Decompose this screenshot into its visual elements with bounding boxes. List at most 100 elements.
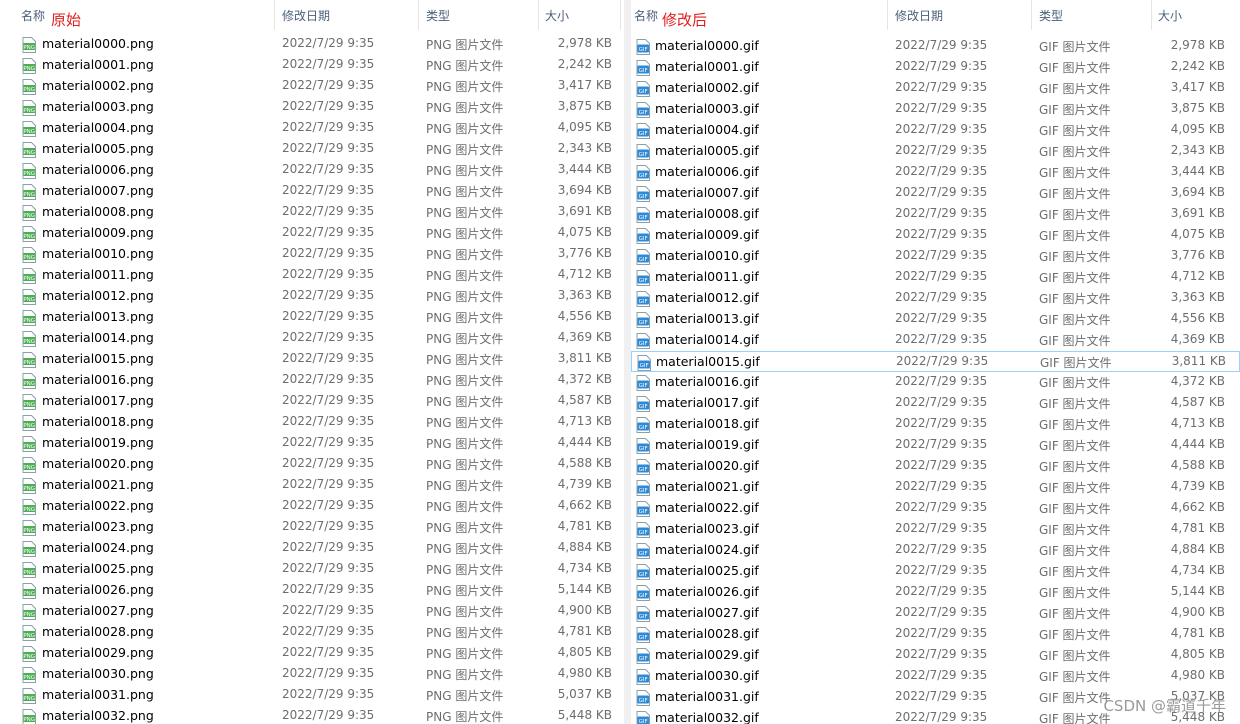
file-row[interactable]: GIF material0006.gif 2022/7/29 9:35 GIF 图片文… (631, 162, 1240, 183)
file-row[interactable]: GIF material0029.gif 2022/7/29 9:35 GIF 图片文… (631, 645, 1240, 666)
gif-file-icon: GIF (636, 39, 650, 55)
file-name: material0005.gif (655, 143, 759, 158)
file-row[interactable]: PNG material0028.png 2022/7/29 9:35 PNG 图片文… (0, 622, 624, 643)
file-row[interactable]: PNG material0018.png 2022/7/29 9:35 PNG 图片文… (0, 412, 624, 433)
png-file-icon: PNG (22, 499, 36, 515)
file-name: material0000.gif (655, 38, 759, 53)
file-size: 4,444 KB (1170, 437, 1225, 451)
file-type: GIF 图片文件 (1039, 523, 1111, 537)
file-name: material0012.gif (655, 290, 759, 305)
file-row[interactable]: PNG material0015.png 2022/7/29 9:35 PNG 图片文… (0, 349, 624, 370)
gif-file-icon: GIF (636, 102, 650, 118)
gif-file-icon: GIF (637, 355, 651, 371)
file-row[interactable]: PNG material0009.png 2022/7/29 9:35 PNG 图片文… (0, 223, 624, 244)
file-row[interactable]: PNG material0032.png 2022/7/29 9:35 PNG 图片文… (0, 706, 624, 724)
file-row[interactable]: GIF material0021.gif 2022/7/29 9:35 GIF 图片文… (631, 477, 1240, 498)
file-date: 2022/7/29 9:35 (282, 582, 375, 596)
file-row[interactable]: PNG material0019.png 2022/7/29 9:35 PNG 图片文… (0, 433, 624, 454)
file-row[interactable]: GIF material0018.gif 2022/7/29 9:35 GIF 图片文… (631, 414, 1240, 435)
column-separator[interactable] (620, 0, 621, 30)
file-row[interactable]: GIF material0023.gif 2022/7/29 9:35 GIF 图片文… (631, 519, 1240, 540)
file-row[interactable]: GIF material0012.gif 2022/7/29 9:35 GIF 图片文… (631, 288, 1240, 309)
column-header-type[interactable]: 类型 (419, 0, 539, 34)
svg-text:PNG: PNG (23, 675, 35, 681)
file-size: 4,900 KB (557, 603, 612, 617)
file-row[interactable]: PNG material0024.png 2022/7/29 9:35 PNG 图片文… (0, 538, 624, 559)
file-row[interactable]: PNG material0000.png 2022/7/29 9:35 PNG 图片文… (0, 34, 624, 55)
file-row[interactable]: PNG material0001.png 2022/7/29 9:35 PNG 图片文… (0, 55, 624, 76)
file-row[interactable]: PNG material0006.png 2022/7/29 9:35 PNG 图片文… (0, 160, 624, 181)
file-row[interactable]: PNG material0023.png 2022/7/29 9:35 PNG 图片文… (0, 517, 624, 538)
file-row[interactable]: PNG material0030.png 2022/7/29 9:35 PNG 图片文… (0, 664, 624, 685)
file-row[interactable]: PNG material0004.png 2022/7/29 9:35 PNG 图片文… (0, 118, 624, 139)
svg-text:GIF: GIF (639, 656, 648, 662)
file-row[interactable]: PNG material0027.png 2022/7/29 9:35 PNG 图片文… (0, 601, 624, 622)
file-row[interactable]: GIF material0028.gif 2022/7/29 9:35 GIF 图片文… (631, 624, 1240, 645)
file-row[interactable]: PNG material0013.png 2022/7/29 9:35 PNG 图片文… (0, 307, 624, 328)
file-name: material0032.png (42, 708, 154, 723)
file-row[interactable]: GIF material0000.gif 2022/7/29 9:35 GIF 图片文… (631, 36, 1240, 57)
file-row[interactable]: PNG material0014.png 2022/7/29 9:35 PNG 图片文… (0, 328, 624, 349)
file-row[interactable]: GIF material0002.gif 2022/7/29 9:35 GIF 图片文… (631, 78, 1240, 99)
file-row[interactable]: GIF material0020.gif 2022/7/29 9:35 GIF 图片文… (631, 456, 1240, 477)
file-row[interactable]: PNG material0012.png 2022/7/29 9:35 PNG 图片文… (0, 286, 624, 307)
column-header-date[interactable]: 修改日期 (888, 0, 1032, 34)
gif-file-icon: GIF (636, 501, 650, 517)
file-row[interactable]: GIF material0014.gif 2022/7/29 9:35 GIF 图片文… (631, 330, 1240, 351)
file-row[interactable]: PNG material0020.png 2022/7/29 9:35 PNG 图片文… (0, 454, 624, 475)
file-name: material0006.gif (655, 164, 759, 179)
column-header-size[interactable]: 大小 (539, 0, 621, 34)
file-row[interactable]: PNG material0002.png 2022/7/29 9:35 PNG 图片文… (0, 76, 624, 97)
file-row[interactable]: GIF material0027.gif 2022/7/29 9:35 GIF 图片文… (631, 603, 1240, 624)
file-row[interactable]: PNG material0010.png 2022/7/29 9:35 PNG 图片文… (0, 244, 624, 265)
file-row[interactable]: GIF material0019.gif 2022/7/29 9:35 GIF 图片文… (631, 435, 1240, 456)
file-row[interactable]: PNG material0016.png 2022/7/29 9:35 PNG 图片文… (0, 370, 624, 391)
file-row[interactable]: PNG material0026.png 2022/7/29 9:35 PNG 图片文… (0, 580, 624, 601)
file-row[interactable]: GIF material0015.gif 2022/7/29 9:35 GIF 图片文… (631, 351, 1240, 372)
file-row[interactable]: GIF material0010.gif 2022/7/29 9:35 GIF 图片文… (631, 246, 1240, 267)
file-date: 2022/7/29 9:35 (282, 330, 375, 344)
file-row[interactable]: PNG material0003.png 2022/7/29 9:35 PNG 图片文… (0, 97, 624, 118)
file-row[interactable]: GIF material0030.gif 2022/7/29 9:35 GIF 图片文… (631, 666, 1240, 687)
file-row[interactable]: PNG material0025.png 2022/7/29 9:35 PNG 图片文… (0, 559, 624, 580)
column-header-size[interactable]: 大小 (1152, 0, 1238, 34)
file-row[interactable]: GIF material0017.gif 2022/7/29 9:35 GIF 图片文… (631, 393, 1240, 414)
file-row[interactable]: GIF material0008.gif 2022/7/29 9:35 GIF 图片文… (631, 204, 1240, 225)
file-row[interactable]: GIF material0001.gif 2022/7/29 9:35 GIF 图片文… (631, 57, 1240, 78)
column-header-name[interactable]: 名称 ⌃ (0, 0, 275, 34)
file-name: material0018.gif (655, 416, 759, 431)
column-header-date[interactable]: 修改日期 (275, 0, 419, 34)
gif-file-icon: GIF (636, 375, 650, 391)
file-row[interactable]: PNG material0022.png 2022/7/29 9:35 PNG 图片文… (0, 496, 624, 517)
file-row[interactable]: PNG material0008.png 2022/7/29 9:35 PNG 图片文… (0, 202, 624, 223)
file-size: 4,712 KB (1170, 269, 1225, 283)
file-row[interactable]: PNG material0029.png 2022/7/29 9:35 PNG 图片文… (0, 643, 624, 664)
file-row[interactable]: PNG material0021.png 2022/7/29 9:35 PNG 图片文… (0, 475, 624, 496)
file-row[interactable]: PNG material0017.png 2022/7/29 9:35 PNG 图片文… (0, 391, 624, 412)
file-type: PNG 图片文件 (426, 185, 504, 199)
file-row[interactable]: GIF material0003.gif 2022/7/29 9:35 GIF 图片文… (631, 99, 1240, 120)
file-name: material0026.png (42, 582, 154, 597)
file-row[interactable]: GIF material0013.gif 2022/7/29 9:35 GIF 图片文… (631, 309, 1240, 330)
file-row[interactable]: PNG material0007.png 2022/7/29 9:35 PNG 图片文… (0, 181, 624, 202)
file-date: 2022/7/29 9:35 (282, 36, 375, 50)
file-row[interactable]: GIF material0026.gif 2022/7/29 9:35 GIF 图片文… (631, 582, 1240, 603)
file-row[interactable]: GIF material0016.gif 2022/7/29 9:35 GIF 图片文… (631, 372, 1240, 393)
file-row[interactable]: GIF material0005.gif 2022/7/29 9:35 GIF 图片文… (631, 141, 1240, 162)
file-row[interactable]: GIF material0009.gif 2022/7/29 9:35 GIF 图片文… (631, 225, 1240, 246)
png-file-icon: PNG (22, 268, 36, 284)
file-name: material0024.png (42, 540, 154, 555)
svg-text:PNG: PNG (23, 129, 35, 135)
file-row[interactable]: GIF material0004.gif 2022/7/29 9:35 GIF 图片文… (631, 120, 1240, 141)
file-type: PNG 图片文件 (426, 710, 504, 724)
column-header-type[interactable]: 类型 (1032, 0, 1152, 34)
file-row[interactable]: GIF material0011.gif 2022/7/29 9:35 GIF 图片文… (631, 267, 1240, 288)
file-row[interactable]: GIF material0007.gif 2022/7/29 9:35 GIF 图片文… (631, 183, 1240, 204)
file-row[interactable]: GIF material0022.gif 2022/7/29 9:35 GIF 图片文… (631, 498, 1240, 519)
file-row[interactable]: PNG material0011.png 2022/7/29 9:35 PNG 图片文… (0, 265, 624, 286)
file-row[interactable]: PNG material0031.png 2022/7/29 9:35 PNG 图片文… (0, 685, 624, 706)
file-row[interactable]: GIF material0025.gif 2022/7/29 9:35 GIF 图片文… (631, 561, 1240, 582)
file-row[interactable]: PNG material0005.png 2022/7/29 9:35 PNG 图片文… (0, 139, 624, 160)
file-row[interactable]: GIF material0024.gif 2022/7/29 9:35 GIF 图片文… (631, 540, 1240, 561)
png-file-icon: PNG (22, 604, 36, 620)
